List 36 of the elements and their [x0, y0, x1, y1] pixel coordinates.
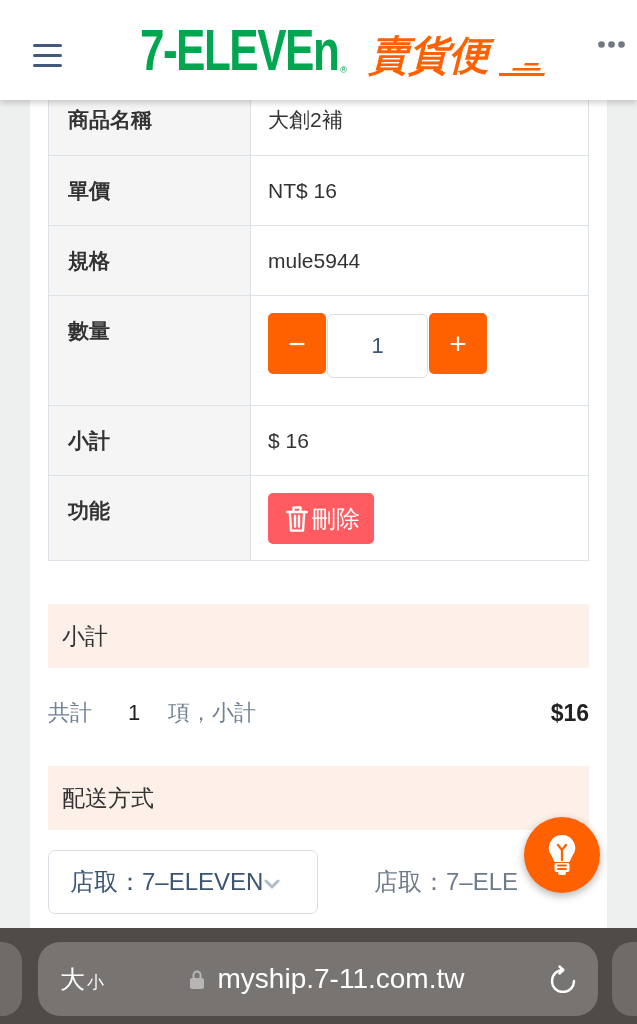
count-suffix: 項，小計: [168, 699, 257, 727]
delete-button[interactable]: 刪除: [268, 493, 374, 544]
address-bar[interactable]: 大小 myship.7-11.com.tw: [38, 942, 598, 1016]
field-value-cell-text: mule5944: [267, 248, 362, 274]
lock-icon: [189, 969, 204, 989]
subtotal-amount: $16: [550, 699, 589, 727]
field-label-cell: 小計: [49, 406, 251, 475]
logo-swoosh-icon: [498, 62, 545, 76]
field-value-cell-text: $ 16: [267, 428, 310, 454]
shipping-method-select[interactable]: 店取：7–ELEVEN: [48, 850, 318, 914]
menu-icon[interactable]: [33, 43, 62, 67]
more-icon[interactable]: [598, 40, 625, 48]
field-label-cell: 單價: [49, 156, 251, 225]
field-label-cell: 功能: [49, 476, 251, 560]
field-label-cell: 商品名稱: [49, 100, 251, 155]
field-label-cell: 規格: [49, 226, 251, 295]
section-header: 小計: [48, 604, 589, 668]
count-prefix: 共計: [48, 699, 92, 727]
url-text[interactable]: myship.7-11.com.tw: [217, 963, 465, 995]
field-value-cell-text: NT$ 16: [267, 178, 338, 204]
brand-wordmark: 7-ELEVEn: [140, 21, 339, 79]
section-header: 配送方式: [48, 766, 589, 830]
text-size-button[interactable]: 大小: [60, 962, 104, 996]
reload-icon[interactable]: [550, 965, 576, 993]
increment-button[interactable]: +: [429, 313, 487, 374]
quantity-input[interactable]: 1: [327, 314, 428, 378]
decrement-button[interactable]: −: [268, 313, 326, 374]
shipping-method-text: 店取：7–ELE: [374, 867, 519, 897]
field-label-cell: 數量: [49, 296, 251, 405]
service-wordmark: 賣貨便: [366, 30, 499, 80]
trash-icon: [286, 505, 308, 532]
registered-mark: ®: [340, 66, 347, 75]
item-count: 1: [128, 700, 141, 726]
lightbulb-icon: [548, 835, 576, 875]
field-value-cell-text: 大創2補: [267, 107, 344, 133]
chevron-down-icon: [264, 879, 281, 889]
